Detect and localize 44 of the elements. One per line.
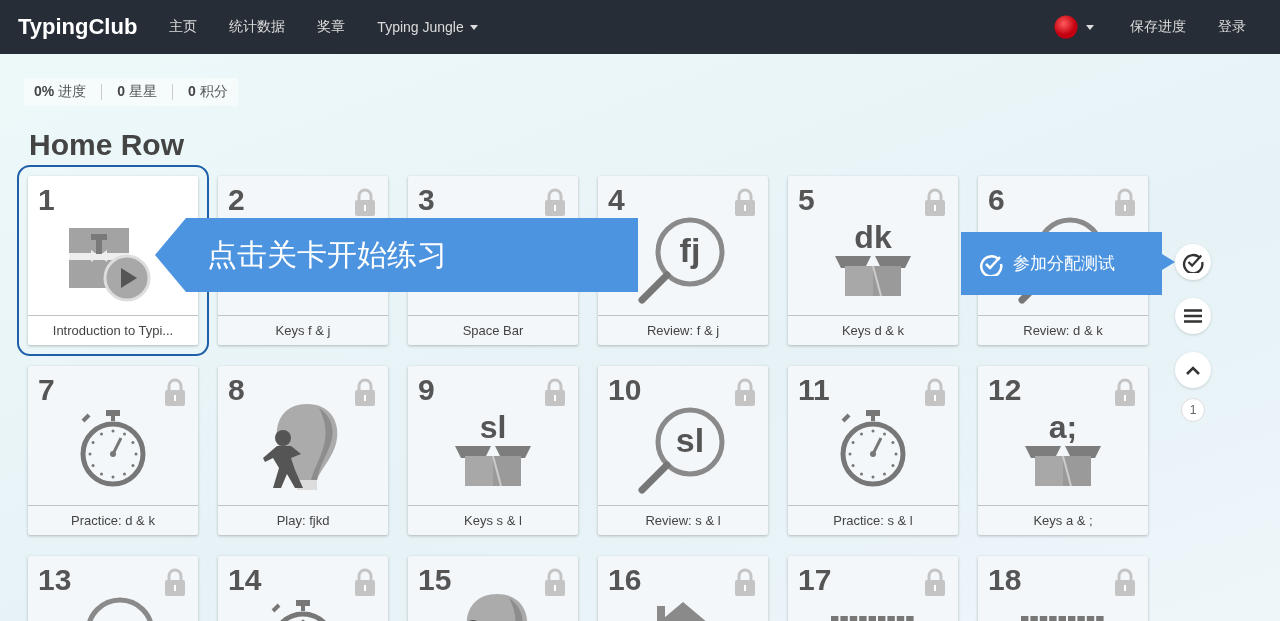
lesson-title: Review: d & k: [978, 315, 1148, 345]
stat-label: 星星: [129, 83, 158, 101]
lesson-number: 5: [798, 182, 815, 218]
lesson-title: Play: fjkd: [218, 505, 388, 535]
lesson-number: 9: [418, 372, 435, 408]
lesson-title: Practice: s & l: [788, 505, 958, 535]
lesson-number: 7: [38, 372, 55, 408]
lesson-title: Keys s & l: [408, 505, 578, 535]
lesson-number: 12: [988, 372, 1022, 408]
lesson-number: 16: [608, 562, 642, 598]
lesson-number: 4: [608, 182, 625, 218]
stat-value: 0: [117, 83, 126, 101]
lesson-number: 1: [38, 182, 55, 218]
lesson-title: Space Bar: [408, 315, 578, 345]
lesson-number: 2: [228, 182, 245, 218]
lesson-number: 18: [988, 562, 1022, 598]
lesson-number: 17: [798, 562, 832, 598]
icon-letters: dk: [854, 220, 892, 254]
tooltip: 点击关卡开始练习: [155, 218, 638, 292]
lesson-number: 6: [988, 182, 1005, 218]
stat-label: 积分: [199, 83, 228, 101]
lesson-title: Review: s & l: [598, 505, 768, 535]
lesson-number: 8: [228, 372, 245, 408]
stat-value: 0%: [34, 83, 55, 101]
stat-value: 0: [188, 83, 196, 101]
icon-letters: a;: [1048, 410, 1078, 444]
icon-letters: sl: [479, 410, 507, 444]
section-title: Home Row: [29, 127, 185, 163]
lesson-number: 10: [608, 372, 642, 408]
stat-label: 进度: [58, 83, 87, 101]
lesson-title: Review: f & j: [598, 315, 768, 345]
lesson-title: Keys d & k: [788, 315, 958, 345]
icon-letters: sl: [674, 420, 706, 460]
tooltip-text: 参加分配测试: [1013, 253, 1115, 275]
icon-letters: fj: [678, 230, 702, 270]
lesson-title: Keys f & j: [218, 315, 388, 345]
lesson-number: 14: [228, 562, 262, 598]
lesson-title: Keys a & ;: [978, 505, 1148, 535]
lesson-number: 3: [418, 182, 435, 218]
lesson-number: 13: [38, 562, 72, 598]
lesson-title: Practice: d & k: [28, 505, 198, 535]
lesson-title: Introduction to Typi...: [28, 315, 198, 345]
lesson-number: 15: [418, 562, 452, 598]
lesson-number: 11: [798, 372, 830, 408]
